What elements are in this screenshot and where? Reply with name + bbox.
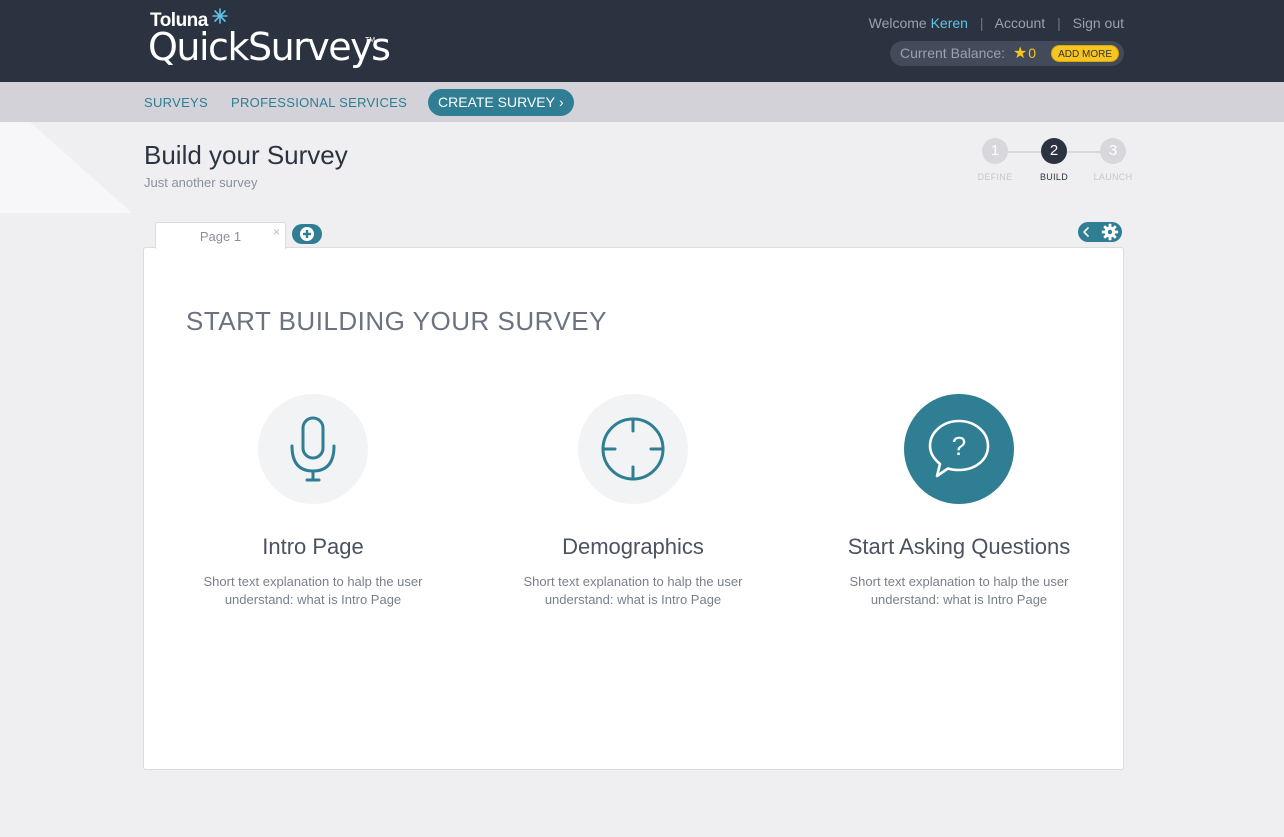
intro-page-title: Intro Page [262,534,364,559]
balance-value: 0 [1028,45,1037,61]
chevron-right-icon: › [558,94,564,110]
step-build-circle[interactable]: 2 [1041,138,1067,164]
card-start-asking-questions[interactable]: ? Start Asking Questions Short text expl… [809,394,1109,609]
questions-title: Start Asking Questions [847,534,1071,559]
progress-steps: 1 2 3 DEFINE BUILD LAUNCH [970,138,1140,188]
spark-icon [212,8,228,24]
intro-page-description: Short text explanation to halp the user … [203,574,423,607]
step-launch-label: LAUNCH [1093,172,1133,182]
user-name[interactable]: Keren [931,15,968,31]
questions-description: Short text explanation to halp the user … [849,574,1069,607]
close-icon[interactable]: × [273,218,280,246]
demographics-description: Short text explanation to halp the user … [523,574,743,607]
card-intro-page[interactable]: Intro Page Short text explanation to hal… [163,394,463,609]
welcome-text: Welcome [868,15,927,31]
tab-page-1[interactable]: Page 1 × [155,222,286,249]
top-header: Toluna QuickSurveys TM Welcome Keren | A… [0,0,1284,82]
nav-surveys[interactable]: SURVEYS [144,95,208,110]
crosshair-icon [601,417,665,481]
intro-icon-circle [258,394,368,504]
plus-icon [300,227,314,241]
current-balance: Current Balance: ★0 ADD MORE [890,41,1124,66]
svg-text:?: ? [952,431,966,461]
main-nav: SURVEYS PROFESSIONAL SERVICES CREATE SUR… [0,82,1284,122]
create-survey-label: CREATE SURVEY [438,94,555,110]
balance-label: Current Balance: [900,45,1006,61]
step-connector [1067,151,1101,153]
account-link[interactable]: Account [995,15,1046,31]
gear-icon [1101,223,1119,241]
panel-title: START BUILDING YOUR SURVEY [186,306,607,336]
logo-quicksurveys-text: QuickSurveys [148,25,391,69]
page-subtitle: Just another survey [144,175,258,190]
page-title: Build your Survey [144,140,348,170]
settings-toggle[interactable] [1078,222,1122,242]
separator: | [979,15,984,31]
questions-icon-circle: ? [904,394,1014,504]
step-define-circle[interactable]: 1 [982,138,1008,164]
demographics-icon-circle [578,394,688,504]
step-build-label: BUILD [1039,172,1068,182]
quicksurveys-logo[interactable]: Toluna QuickSurveys TM [148,8,391,72]
star-icon: ★ [1012,45,1028,62]
decorative-triangle [0,122,132,213]
user-links: Welcome Keren | Account | Sign out [869,15,1124,31]
add-more-button[interactable]: ADD MORE [1051,45,1119,62]
question-bubble-icon: ? [928,419,990,478]
demographics-title: Demographics [562,534,704,559]
create-survey-button[interactable]: CREATE SURVEY › [428,89,574,116]
signout-link[interactable]: Sign out [1073,15,1124,31]
logo-trademark: TM [365,37,376,44]
add-page-button[interactable] [292,224,322,244]
tab-page-1-label: Page 1 [199,229,242,244]
step-launch-circle[interactable]: 3 [1100,138,1126,164]
card-demographics[interactable]: Demographics Short text explanation to h… [483,394,783,609]
separator: | [1057,15,1061,31]
nav-professional-services[interactable]: PROFESSIONAL SERVICES [231,95,407,110]
step-define-label: DEFINE [977,172,1013,182]
step-connector [1008,151,1042,153]
builder-panel: START BUILDING YOUR SURVEY Intro Page Sh… [143,247,1124,770]
microphone-icon [290,416,336,482]
